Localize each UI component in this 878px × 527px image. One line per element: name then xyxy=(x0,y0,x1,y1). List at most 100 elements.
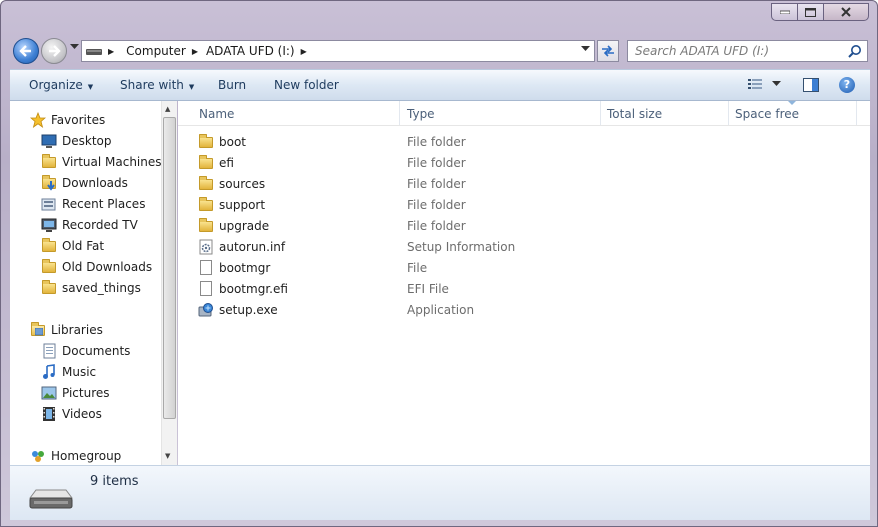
file-name: efi xyxy=(219,156,234,170)
file-icon xyxy=(198,281,214,297)
file-row[interactable]: setup.exe Application xyxy=(198,300,858,321)
scroll-down-icon[interactable]: ▼ xyxy=(165,452,170,460)
new-folder-button[interactable]: New folder xyxy=(274,78,339,92)
title-buttons xyxy=(771,3,869,21)
file-name: sources xyxy=(219,177,266,191)
breadcrumb-drive[interactable]: ADATA UFD (I:) xyxy=(206,44,295,58)
homegroup-icon xyxy=(30,448,46,464)
nav-item-saved-things[interactable]: saved_things xyxy=(41,280,141,296)
preview-pane-icon[interactable] xyxy=(803,78,819,92)
back-button[interactable] xyxy=(13,38,39,64)
file-row[interactable]: sources File folder xyxy=(198,174,858,195)
view-dropdown-icon xyxy=(772,81,781,86)
forward-arrow-icon xyxy=(49,45,61,57)
file-name: bootmgr.efi xyxy=(219,282,288,296)
file-row[interactable]: upgrade File folder xyxy=(198,216,858,237)
folder-icon xyxy=(198,218,214,234)
nav-item-documents[interactable]: Documents xyxy=(41,343,130,359)
maximize-button[interactable] xyxy=(797,3,823,21)
breadcrumb-separator-icon[interactable]: ▶ xyxy=(301,47,307,56)
nav-favorites-header[interactable]: Favorites xyxy=(29,111,105,128)
scrollbar-thumb[interactable] xyxy=(163,117,176,419)
share-with-label: Share with xyxy=(120,78,184,92)
folder-icon xyxy=(198,197,214,213)
documents-icon xyxy=(41,343,57,359)
file-type: Application xyxy=(407,303,475,317)
nav-item-desktop[interactable]: Desktop xyxy=(41,133,112,149)
organize-button[interactable]: Organize ▼ xyxy=(29,78,93,92)
file-icon xyxy=(198,260,214,276)
search-box[interactable]: Search ADATA UFD (I:) xyxy=(627,40,868,62)
file-row[interactable]: efi File folder xyxy=(198,153,858,174)
minimize-button[interactable] xyxy=(771,3,797,21)
search-icon[interactable] xyxy=(848,44,862,58)
file-row[interactable]: bootmgr.efi EFI File xyxy=(198,279,858,300)
breadcrumb-computer[interactable]: Computer xyxy=(126,44,186,58)
desktop-icon xyxy=(41,133,57,149)
nav-homegroup[interactable]: Homegroup xyxy=(30,448,121,464)
chevron-down-icon: ▼ xyxy=(87,83,94,91)
close-button[interactable] xyxy=(823,3,869,21)
search-placeholder: Search ADATA UFD (I:) xyxy=(635,44,770,58)
file-type: File folder xyxy=(407,156,466,170)
file-name: autorun.inf xyxy=(219,240,286,254)
column-divider[interactable] xyxy=(600,101,601,125)
recent-places-icon xyxy=(41,196,57,212)
folder-icon xyxy=(41,280,57,296)
nav-item-virtual-machines[interactable]: Virtual Machines xyxy=(41,154,162,170)
nav-label: Music xyxy=(62,365,97,379)
nav-item-old-fat[interactable]: Old Fat xyxy=(41,238,104,254)
column-type[interactable]: Type xyxy=(407,107,435,121)
file-type: EFI File xyxy=(407,282,449,296)
help-button[interactable]: ? xyxy=(839,77,855,93)
breadcrumb-separator-icon[interactable]: ▶ xyxy=(192,47,198,56)
burn-button[interactable]: Burn xyxy=(218,78,246,92)
file-row[interactable]: support File folder xyxy=(198,195,858,216)
nav-libraries-header[interactable]: Libraries xyxy=(30,322,103,338)
drive-icon xyxy=(86,49,102,55)
maximize-icon xyxy=(805,7,816,17)
share-with-button[interactable]: Share with ▼ xyxy=(120,78,194,92)
refresh-button[interactable] xyxy=(597,40,619,62)
file-type: File folder xyxy=(407,219,466,233)
column-divider[interactable] xyxy=(399,101,400,125)
forward-button[interactable] xyxy=(41,38,67,64)
nav-item-recorded-tv[interactable]: Recorded TV xyxy=(41,217,138,233)
file-row[interactable]: boot File folder xyxy=(198,132,858,153)
nav-item-videos[interactable]: Videos xyxy=(41,406,102,422)
downloads-icon xyxy=(41,175,57,191)
folder-icon xyxy=(198,155,214,171)
close-icon xyxy=(841,7,851,17)
details-pane: 9 items xyxy=(10,465,870,520)
navigation-pane: Favorites Desktop Virtual Machines Downl… xyxy=(10,101,177,465)
breadcrumb-separator-icon[interactable]: ▶ xyxy=(108,47,114,56)
nav-label: Virtual Machines xyxy=(62,155,162,169)
file-name: upgrade xyxy=(219,219,270,233)
nav-label: Recent Places xyxy=(62,197,146,211)
column-total-size[interactable]: Total size xyxy=(607,107,662,121)
nav-item-music[interactable]: Music xyxy=(41,364,96,380)
file-name: setup.exe xyxy=(219,303,278,317)
view-list-icon xyxy=(748,79,762,89)
nav-item-recent-places[interactable]: Recent Places xyxy=(41,196,145,212)
nav-item-downloads[interactable]: Downloads xyxy=(41,175,128,191)
change-view-button[interactable] xyxy=(748,78,781,90)
nav-item-pictures[interactable]: Pictures xyxy=(41,385,110,401)
nav-item-old-downloads[interactable]: Old Downloads xyxy=(41,259,152,275)
address-dropdown-icon[interactable] xyxy=(581,46,590,52)
file-row[interactable]: bootmgr File xyxy=(198,258,858,279)
nav-pane-scrollbar[interactable]: ▲ ▼ xyxy=(161,101,177,465)
column-divider[interactable] xyxy=(728,101,729,125)
file-row[interactable]: autorun.inf Setup Information xyxy=(198,237,858,258)
scroll-up-icon[interactable]: ▲ xyxy=(165,105,170,113)
column-space-free[interactable]: Space free xyxy=(735,107,799,121)
nav-label: Downloads xyxy=(62,176,128,190)
folder-icon xyxy=(198,176,214,192)
videos-icon xyxy=(41,406,57,422)
column-divider[interactable] xyxy=(856,101,857,125)
sort-indicator-icon xyxy=(788,101,796,105)
history-dropdown-icon[interactable] xyxy=(70,44,79,50)
column-name[interactable]: Name xyxy=(199,107,234,121)
address-bar[interactable]: ▶ Computer ▶ ADATA UFD (I:) ▶ xyxy=(81,40,595,62)
usb-drive-icon xyxy=(29,489,73,509)
